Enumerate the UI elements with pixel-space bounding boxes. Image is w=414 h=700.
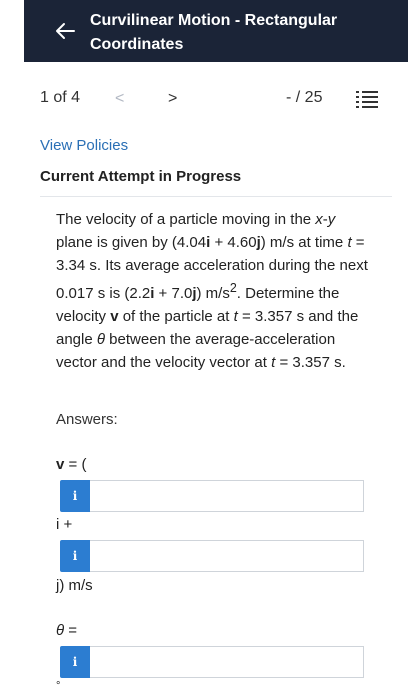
view-policies-link[interactable]: View Policies — [40, 137, 128, 154]
velocity-x-input[interactable] — [90, 480, 364, 512]
q-text: plane is given by (4.04 — [56, 234, 207, 251]
question-pager: 1 of 4 < > - / 25 — [24, 62, 408, 138]
q-var-theta: θ — [96, 331, 106, 348]
degree-unit-label: ° — [56, 680, 61, 692]
theta-field: i — [60, 646, 364, 678]
velocity-label: v = ( — [56, 456, 86, 473]
velocity-equals: = ( — [64, 456, 87, 473]
page-indicator: 1 of 4 — [40, 89, 81, 106]
divider — [40, 196, 392, 197]
velocity-x-field: i — [60, 480, 364, 512]
question-list-icon[interactable] — [356, 90, 378, 108]
q-text: = 3.357 s. — [275, 354, 346, 371]
q-exponent: 2 — [229, 281, 237, 295]
q-var-x: x — [315, 211, 323, 228]
page-title: Curvilinear Motion - Rectangular Coordin… — [90, 12, 338, 53]
q-text: + 7.0 — [154, 285, 193, 302]
q-text: ) m/s at time — [260, 234, 348, 251]
right-gutter — [408, 0, 414, 700]
theta-label: θ = — [56, 622, 77, 639]
answers-label: Answers: — [56, 411, 118, 428]
next-chevron-icon[interactable]: > — [168, 90, 177, 108]
prev-chevron-icon[interactable]: < — [115, 90, 124, 108]
left-gutter — [0, 0, 24, 700]
info-icon[interactable]: i — [60, 540, 90, 572]
info-icon[interactable]: i — [60, 480, 90, 512]
attempt-heading: Current Attempt in Progress — [40, 168, 242, 185]
app-header: Curvilinear Motion - Rectangular Coordin… — [24, 0, 408, 62]
j-unit-label: j) m/s — [56, 577, 93, 594]
theta-equals: = — [64, 622, 78, 639]
velocity-y-field: i — [60, 540, 364, 572]
q-var-v: v — [110, 308, 119, 325]
i-plus-label: i + — [56, 516, 73, 533]
score-display: - / 25 — [286, 89, 323, 106]
theta-symbol: θ — [56, 622, 65, 639]
question-text: The velocity of a particle moving in the… — [56, 208, 368, 374]
q-text: + 4.60 — [210, 234, 257, 251]
info-icon[interactable]: i — [60, 646, 90, 678]
back-arrow-icon[interactable] — [54, 20, 76, 42]
q-text: ) m/s — [196, 285, 230, 302]
q-var-y: y — [327, 211, 336, 228]
q-text: of the particle at — [118, 308, 234, 325]
q-text: The velocity of a particle moving in the — [56, 211, 316, 228]
velocity-y-input[interactable] — [90, 540, 364, 572]
theta-input[interactable] — [90, 646, 364, 678]
